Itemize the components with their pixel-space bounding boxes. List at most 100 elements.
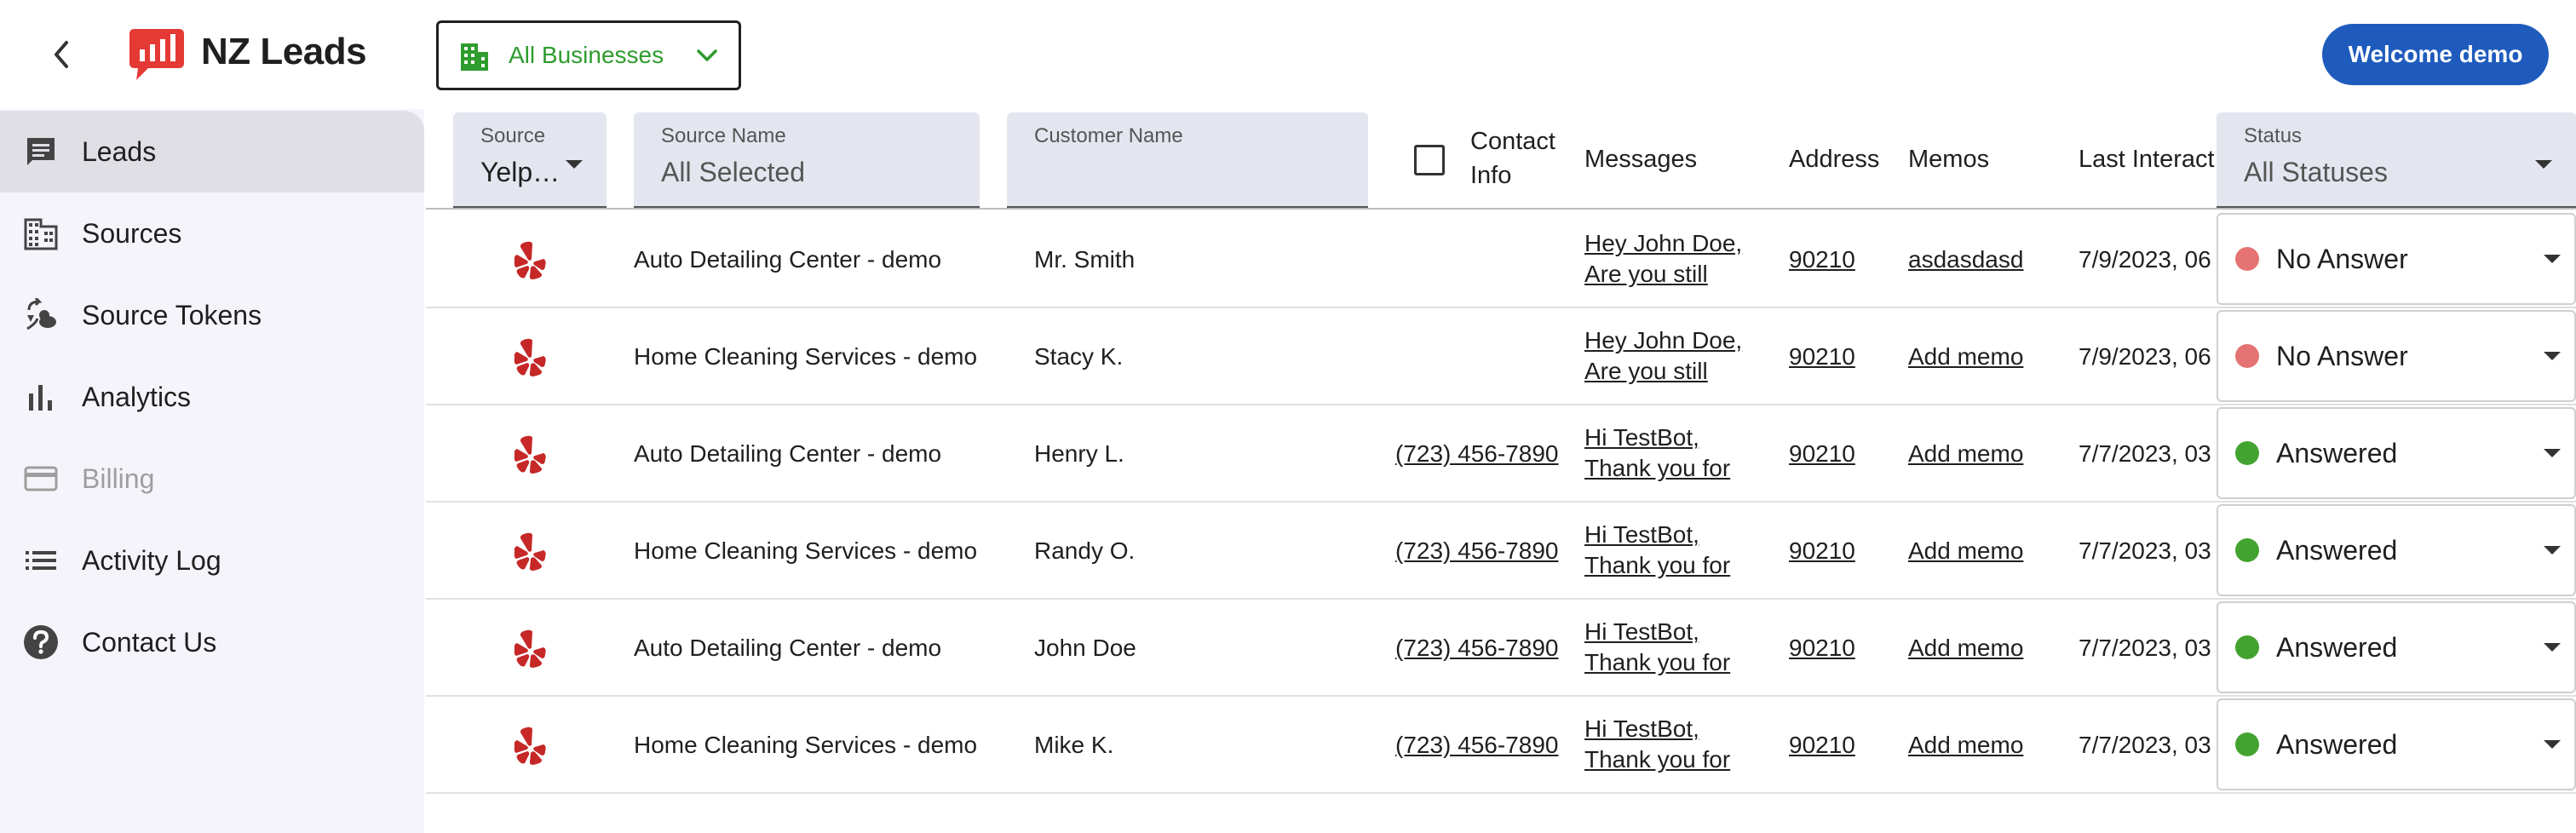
contact-info-link[interactable]: (723) 456-7890: [1395, 503, 1558, 600]
caret-down-icon: [566, 160, 583, 169]
sidebar-item-label: Leads: [82, 135, 157, 167]
source-name-filter[interactable]: Source Name All Selected: [634, 112, 980, 208]
sidebar-item-label: Sources: [82, 217, 182, 249]
status-select[interactable]: No Answer: [2217, 310, 2576, 402]
address-link[interactable]: 90210: [1789, 211, 1855, 308]
sidebar-item-activity-log[interactable]: Activity Log: [0, 520, 424, 601]
message-preview-line-1: Hi TestBot,: [1584, 424, 1699, 451]
caret-down-icon: [2544, 255, 2561, 263]
chevron-left-icon: [55, 41, 68, 68]
welcome-user-button[interactable]: Welcome demo: [2322, 24, 2549, 85]
source-filter-value: Yelp…: [480, 157, 561, 187]
message-preview-link[interactable]: Hey John Doe, Are you still: [1584, 211, 1742, 308]
table-row[interactable]: Auto Detailing Center - demo Henry L. (7…: [426, 405, 2576, 503]
customer-name-filter[interactable]: Customer Name: [1007, 112, 1368, 208]
sidebar: Leads Sources Source Tokens Analytics Bi…: [0, 109, 424, 833]
status-filter-value: All Statuses: [2244, 157, 2388, 187]
last-interaction-cell: 7/7/2023, 03: [2079, 440, 2211, 467]
message-preview-line-1: Hi TestBot,: [1584, 618, 1699, 645]
source-name-cell: Home Cleaning Services - demo: [634, 732, 978, 758]
table-row[interactable]: Auto Detailing Center - demo Mr. Smith H…: [426, 211, 2576, 308]
business-select-value: All Businesses: [509, 42, 664, 68]
back-button[interactable]: [44, 34, 78, 75]
table-row[interactable]: Home Cleaning Services - demo Mike K. (7…: [426, 697, 2576, 794]
source-filter[interactable]: Source Yelp…: [453, 112, 607, 208]
last-interaction-cell: 7/7/2023, 03: [2079, 732, 2211, 758]
contact-info-link[interactable]: (723) 456-7890: [1395, 405, 1558, 503]
status-select[interactable]: Answered: [2217, 407, 2576, 499]
message-preview-link[interactable]: Hey John Doe, Are you still: [1584, 308, 1742, 405]
help-icon: [22, 623, 60, 661]
memo-link[interactable]: Add memo: [1908, 697, 2023, 794]
status-value: Answered: [2276, 534, 2398, 566]
status-select[interactable]: Answered: [2217, 601, 2576, 693]
memo-link[interactable]: Add memo: [1908, 503, 2023, 600]
contact-info-checkbox[interactable]: [1414, 145, 1445, 175]
sidebar-item-analytics[interactable]: Analytics: [0, 356, 424, 438]
sidebar-item-label: Contact Us: [82, 626, 217, 658]
caret-down-icon: [2544, 352, 2561, 360]
status-value: No Answer: [2276, 340, 2408, 371]
memos-header: Memos: [1908, 145, 1990, 173]
business-select[interactable]: All Businesses: [436, 20, 741, 90]
source-name-cell: Home Cleaning Services - demo: [634, 343, 978, 370]
sidebar-item-leads[interactable]: Leads: [0, 111, 424, 192]
memo-link[interactable]: Add memo: [1908, 600, 2023, 697]
message-preview-line-1: Hey John Doe,: [1584, 230, 1743, 256]
memo-link[interactable]: Add memo: [1908, 308, 2023, 405]
table-header: Source Yelp… Source Name All Selected Cu…: [426, 109, 2576, 210]
sidebar-item-contact-us[interactable]: Contact Us: [0, 601, 424, 683]
customer-name-cell: Henry L.: [1034, 440, 1124, 467]
memo-link[interactable]: asdasdasd: [1908, 211, 2023, 308]
status-select[interactable]: Answered: [2217, 698, 2576, 790]
contact-info-link[interactable]: (723) 456-7890: [1395, 600, 1558, 697]
status-filter[interactable]: Status All Statuses: [2217, 112, 2576, 208]
source-name-cell: Home Cleaning Services - demo: [634, 537, 978, 564]
building-icon: [22, 215, 60, 252]
sidebar-item-sources[interactable]: Sources: [0, 192, 424, 274]
bar-chart-icon: [22, 378, 60, 416]
caret-down-icon: [2544, 546, 2561, 554]
address-link[interactable]: 90210: [1789, 600, 1855, 697]
message-preview-line-2: Are you still: [1584, 358, 1708, 384]
sidebar-item-label: Activity Log: [82, 544, 221, 576]
source-filter-label: Source: [480, 124, 546, 147]
message-preview-line-2: Thank you for: [1584, 649, 1731, 675]
yelp-icon: [514, 435, 546, 474]
status-dot-icon: [2235, 247, 2259, 271]
yelp-icon: [514, 727, 546, 765]
status-value: Answered: [2276, 728, 2398, 760]
memo-link[interactable]: Add memo: [1908, 405, 2023, 503]
message-preview-link[interactable]: Hi TestBot, Thank you for: [1584, 503, 1730, 600]
message-preview-link[interactable]: Hi TestBot, Thank you for: [1584, 600, 1730, 697]
status-select[interactable]: No Answer: [2217, 213, 2576, 305]
table-row[interactable]: Auto Detailing Center - demo John Doe (7…: [426, 600, 2576, 697]
address-link[interactable]: 90210: [1789, 308, 1855, 405]
address-link[interactable]: 90210: [1789, 697, 1855, 794]
contact-info-link[interactable]: (723) 456-7890: [1395, 697, 1558, 794]
yelp-icon: [514, 241, 546, 279]
status-select[interactable]: Answered: [2217, 504, 2576, 596]
status-dot-icon: [2235, 344, 2259, 368]
sidebar-item-label: Source Tokens: [82, 299, 262, 330]
building-icon: [461, 43, 488, 71]
source-name-cell: Auto Detailing Center - demo: [634, 440, 942, 467]
status-dot-icon: [2235, 732, 2259, 756]
table-row[interactable]: Home Cleaning Services - demo Randy O. (…: [426, 503, 2576, 600]
table-row[interactable]: Home Cleaning Services - demo Stacy K. H…: [426, 308, 2576, 405]
customer-name-cell: Mike K.: [1034, 732, 1114, 758]
yelp-icon: [514, 532, 546, 571]
address-link[interactable]: 90210: [1789, 503, 1855, 600]
message-preview-link[interactable]: Hi TestBot, Thank you for: [1584, 405, 1730, 503]
caret-down-icon: [2544, 740, 2561, 749]
customer-name-cell: Mr. Smith: [1034, 246, 1136, 273]
address-link[interactable]: 90210: [1789, 405, 1855, 503]
source-name-filter-value: All Selected: [661, 157, 805, 187]
sidebar-item-source-tokens[interactable]: Source Tokens: [0, 274, 424, 356]
sidebar-item-label: Billing: [82, 462, 155, 494]
message-preview-link[interactable]: Hi TestBot, Thank you for: [1584, 697, 1730, 794]
status-dot-icon: [2235, 538, 2259, 562]
app-header: NZ Leads All Businesses Welcome demo: [0, 0, 2576, 109]
source-tokens-icon: [22, 296, 60, 334]
leads-table: Source Yelp… Source Name All Selected Cu…: [426, 109, 2576, 833]
